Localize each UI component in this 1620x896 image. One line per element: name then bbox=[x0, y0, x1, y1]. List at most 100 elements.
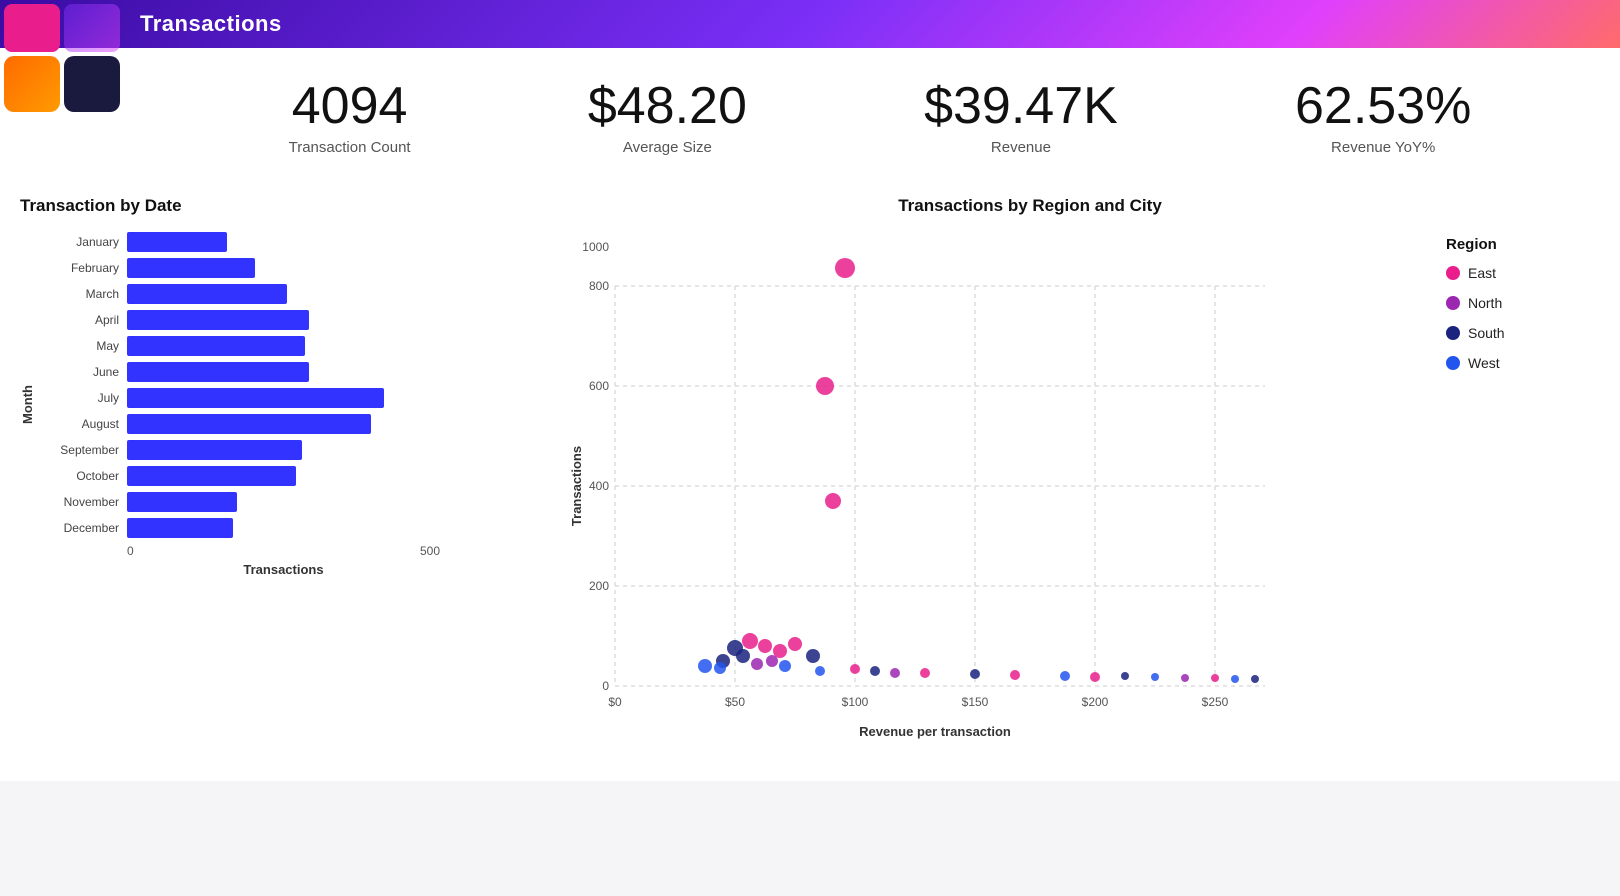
bar-chart: January February March April May bbox=[39, 232, 440, 538]
scatter-point bbox=[890, 668, 900, 678]
logo-orange-square bbox=[4, 56, 60, 112]
bar-row: April bbox=[39, 310, 440, 330]
scatter-point bbox=[1010, 670, 1020, 680]
scatter-svg-wrap: Transactions bbox=[470, 226, 1420, 751]
svg-text:$100: $100 bbox=[842, 695, 869, 709]
bar-track bbox=[127, 310, 440, 330]
legend-item-west: West bbox=[1446, 355, 1574, 371]
legend-dot-south bbox=[1446, 326, 1460, 340]
kpi-label-revenue: Revenue bbox=[924, 139, 1118, 156]
kpi-value-transaction-count: 4094 bbox=[289, 78, 411, 135]
bar-month-label: September bbox=[39, 443, 119, 457]
kpi-label-revenue-yoy: Revenue YoY% bbox=[1295, 139, 1471, 156]
kpi-value-revenue: $39.47K bbox=[924, 78, 1118, 135]
bar-chart-inner: Month January February March April bbox=[20, 232, 440, 577]
bar-axis-500: 500 bbox=[420, 544, 440, 558]
legend-title: Region bbox=[1446, 236, 1574, 253]
bar-fill bbox=[127, 388, 384, 408]
scatter-point bbox=[806, 649, 820, 663]
bar-month-label: February bbox=[39, 261, 119, 275]
bar-fill bbox=[127, 258, 255, 278]
bar-row: February bbox=[39, 258, 440, 278]
grid-lines bbox=[615, 286, 1265, 686]
kpi-revenue-yoy: 62.53% Revenue YoY% bbox=[1295, 78, 1471, 156]
bar-track bbox=[127, 232, 440, 252]
svg-text:800: 800 bbox=[589, 279, 609, 293]
legend-dot-east bbox=[1446, 266, 1460, 280]
bar-chart-x-axis-title: Transactions bbox=[127, 562, 440, 577]
kpi-value-average-size: $48.20 bbox=[588, 78, 747, 135]
scatter-point bbox=[698, 659, 712, 673]
bar-fill bbox=[127, 440, 302, 460]
bar-fill bbox=[127, 518, 233, 538]
bar-month-label: May bbox=[39, 339, 119, 353]
scatter-point bbox=[1060, 671, 1070, 681]
bar-axis: 0 500 bbox=[127, 544, 440, 558]
bar-track bbox=[127, 336, 440, 356]
charts-row: Transaction by Date Month January Februa… bbox=[0, 166, 1620, 781]
bar-fill bbox=[127, 466, 296, 486]
kpi-revenue: $39.47K Revenue bbox=[924, 78, 1118, 156]
svg-text:1000: 1000 bbox=[582, 240, 609, 254]
scatter-point bbox=[870, 666, 880, 676]
kpi-label-transaction-count: Transaction Count bbox=[289, 139, 411, 156]
bar-month-label: August bbox=[39, 417, 119, 431]
bar-month-label: December bbox=[39, 521, 119, 535]
scatter-legend: Region East North South West bbox=[1430, 226, 1590, 751]
svg-text:$200: $200 bbox=[1082, 695, 1109, 709]
bar-row: November bbox=[39, 492, 440, 512]
legend-item-north: North bbox=[1446, 295, 1574, 311]
bar-fill bbox=[127, 232, 227, 252]
bar-fill bbox=[127, 284, 287, 304]
bar-chart-container: Transaction by Date Month January Februa… bbox=[20, 186, 440, 761]
bar-track bbox=[127, 492, 440, 512]
bar-row: May bbox=[39, 336, 440, 356]
scatter-point bbox=[742, 633, 758, 649]
bar-track bbox=[127, 258, 440, 278]
page-title: Transactions bbox=[140, 11, 282, 37]
header: Transactions bbox=[0, 0, 1620, 48]
kpi-transaction-count: 4094 Transaction Count bbox=[289, 78, 411, 156]
bar-row: June bbox=[39, 362, 440, 382]
scatter-point bbox=[1090, 672, 1100, 682]
bar-chart-y-axis-title: Month bbox=[20, 232, 35, 577]
svg-text:$250: $250 bbox=[1202, 695, 1229, 709]
scatter-point bbox=[736, 649, 750, 663]
bar-row: March bbox=[39, 284, 440, 304]
scatter-point bbox=[825, 493, 841, 509]
legend-label-north: North bbox=[1468, 295, 1502, 311]
svg-text:$0: $0 bbox=[608, 695, 622, 709]
scatter-point bbox=[1211, 674, 1219, 682]
kpi-value-revenue-yoy: 62.53% bbox=[1295, 78, 1471, 135]
scatter-point bbox=[758, 639, 772, 653]
bar-fill bbox=[127, 492, 237, 512]
bar-fill bbox=[127, 414, 371, 434]
scatter-point bbox=[714, 662, 726, 674]
scatter-chart-container: Transactions by Region and City Transact… bbox=[460, 186, 1600, 761]
svg-text:$150: $150 bbox=[962, 695, 989, 709]
scatter-point bbox=[751, 658, 763, 670]
bar-track bbox=[127, 440, 440, 460]
legend-item-south: South bbox=[1446, 325, 1574, 341]
bar-month-label: June bbox=[39, 365, 119, 379]
legend-dot-west bbox=[1446, 356, 1460, 370]
scatter-point bbox=[815, 666, 825, 676]
bar-row: December bbox=[39, 518, 440, 538]
scatter-area: Transactions bbox=[470, 226, 1590, 751]
scatter-point bbox=[920, 668, 930, 678]
bar-month-label: October bbox=[39, 469, 119, 483]
scatter-point bbox=[1181, 674, 1189, 682]
bar-track bbox=[127, 466, 440, 486]
logo-dark-square bbox=[64, 56, 120, 112]
bar-month-label: November bbox=[39, 495, 119, 509]
scatter-chart-title: Transactions by Region and City bbox=[470, 196, 1590, 216]
bar-row: January bbox=[39, 232, 440, 252]
kpi-average-size: $48.20 Average Size bbox=[588, 78, 747, 156]
bar-row: October bbox=[39, 466, 440, 486]
svg-text:0: 0 bbox=[602, 679, 609, 693]
bar-month-label: July bbox=[39, 391, 119, 405]
bar-track bbox=[127, 518, 440, 538]
svg-text:Transactions: Transactions bbox=[569, 446, 584, 526]
bar-chart-title: Transaction by Date bbox=[20, 196, 440, 216]
scatter-point bbox=[816, 377, 834, 395]
